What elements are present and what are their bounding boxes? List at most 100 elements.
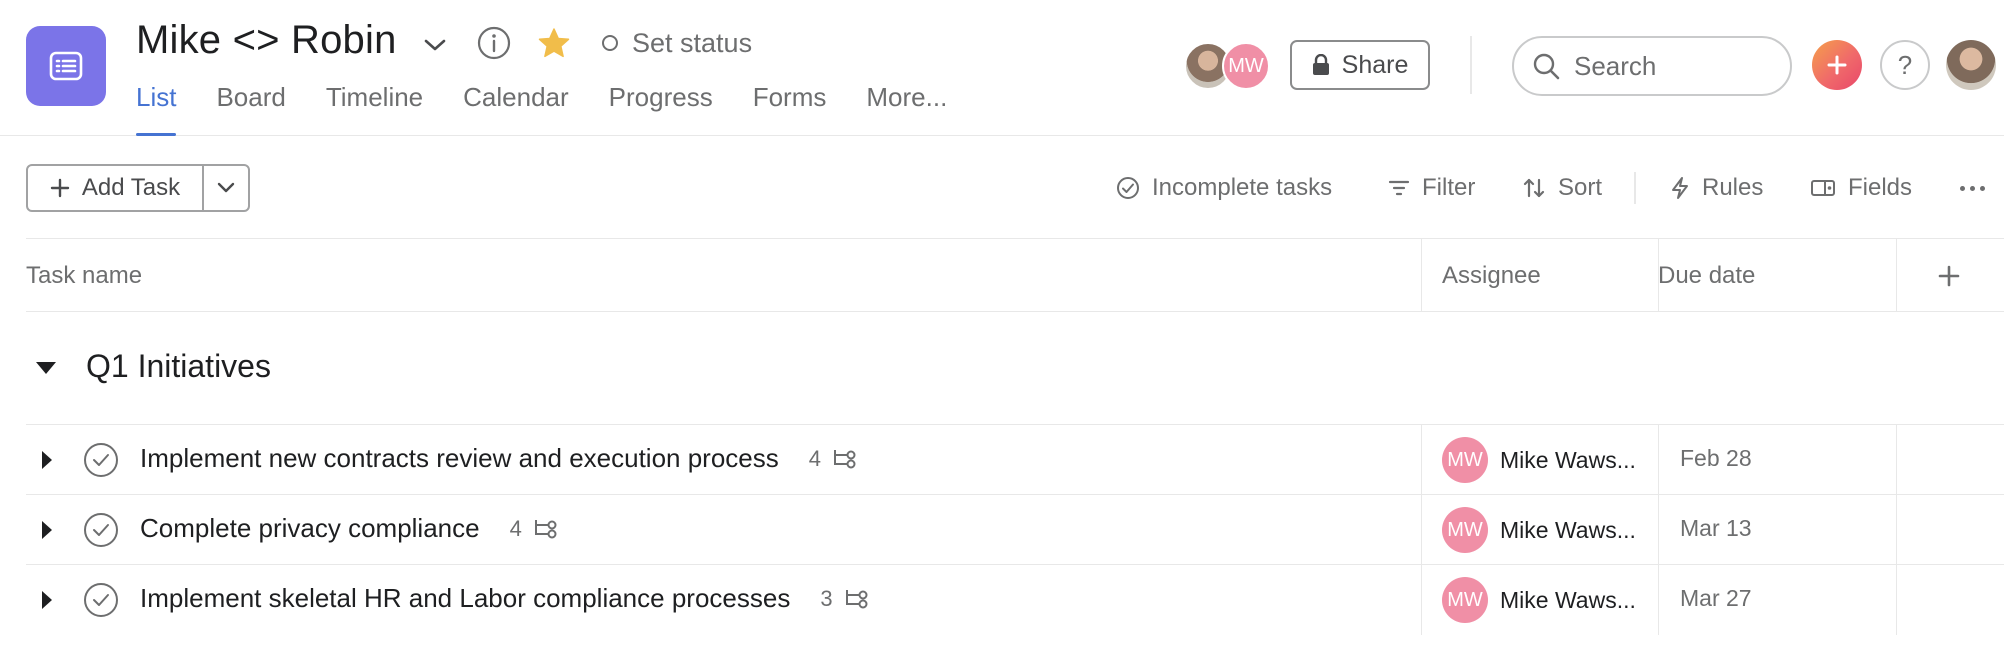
- set-status-label: Set status: [632, 27, 753, 58]
- more-options-button[interactable]: [1950, 164, 1994, 212]
- project-title[interactable]: Mike <> Robin: [136, 18, 397, 63]
- help-button[interactable]: ?: [1880, 40, 1930, 90]
- help-icon: ?: [1897, 49, 1913, 80]
- project-menu-chevron[interactable]: [420, 30, 450, 60]
- favorite-button[interactable]: [536, 25, 572, 61]
- search-bar[interactable]: [1512, 36, 1792, 96]
- incomplete-tasks-button[interactable]: Incomplete tasks: [1116, 164, 1332, 212]
- task-name[interactable]: Implement skeletal HR and Labor complian…: [140, 583, 869, 614]
- subtask-count-text: 4: [808, 445, 822, 471]
- rules-label: Rules: [1702, 174, 1764, 201]
- column-divider: [1421, 424, 1422, 635]
- task-name-text: Implement skeletal HR and Labor complian…: [140, 583, 791, 613]
- task-name[interactable]: Implement new contracts review and execu…: [140, 443, 857, 474]
- add-task-dropdown-button[interactable]: [204, 166, 248, 210]
- search-icon: [1533, 53, 1560, 80]
- task-complete-checkbox[interactable]: [84, 443, 118, 477]
- subtask-icon: [834, 449, 856, 468]
- caret-right-icon: [42, 451, 52, 469]
- section-q1-initiatives: Q1 Initiatives: [26, 312, 2004, 424]
- expand-subtasks-toggle[interactable]: [32, 445, 62, 475]
- task-row[interactable]: Implement new contracts review and execu…: [26, 424, 2004, 494]
- star-icon: [538, 28, 570, 58]
- task-row[interactable]: Complete privacy compliance 4 MW Mike Wa…: [26, 494, 2004, 564]
- fields-icon: [1811, 180, 1835, 196]
- due-date[interactable]: Feb 28: [1680, 445, 1752, 472]
- task-complete-checkbox[interactable]: [84, 583, 118, 617]
- tab-forms[interactable]: Forms: [753, 78, 827, 136]
- column-divider: [1658, 238, 1659, 312]
- tab-board[interactable]: Board: [216, 78, 285, 136]
- member-avatar-mw[interactable]: MW: [1222, 42, 1270, 90]
- fields-button[interactable]: Fields: [1810, 164, 1912, 212]
- column-divider: [1421, 238, 1422, 312]
- subtask-count[interactable]: 4: [510, 516, 558, 542]
- task-complete-checkbox[interactable]: [84, 513, 118, 547]
- assignee-cell[interactable]: MW Mike Waws...: [1442, 507, 1636, 553]
- column-header-due-date[interactable]: Due date: [1658, 239, 1755, 312]
- tab-list[interactable]: List: [136, 78, 177, 136]
- more-icon-dot: [1969, 185, 1975, 191]
- quick-add-button[interactable]: [1812, 40, 1862, 90]
- tab-timeline[interactable]: Timeline: [326, 78, 423, 136]
- status-circle-icon: [602, 35, 618, 51]
- plus-icon: [1827, 55, 1847, 75]
- due-date[interactable]: Mar 13: [1680, 515, 1752, 542]
- add-task-label: Add Task: [81, 174, 181, 201]
- chevron-down-icon: [217, 182, 235, 193]
- assignee-avatar: MW: [1442, 577, 1488, 623]
- expand-subtasks-toggle[interactable]: [32, 585, 62, 615]
- check-circle-icon: [1117, 177, 1139, 199]
- assignee-name: Mike Waws...: [1500, 516, 1636, 543]
- set-status-button[interactable]: Set status: [602, 24, 752, 62]
- caret-right-icon: [42, 521, 52, 539]
- add-task-button[interactable]: Add Task: [28, 166, 204, 210]
- sort-button[interactable]: Sort: [1522, 164, 1602, 212]
- filter-label: Filter: [1422, 174, 1476, 201]
- list-icon: [49, 51, 83, 81]
- subtask-count[interactable]: 4: [809, 446, 857, 472]
- task-name[interactable]: Complete privacy compliance 4: [140, 513, 558, 544]
- project-details-button[interactable]: [476, 25, 512, 61]
- section-collapse-toggle[interactable]: [30, 352, 62, 384]
- user-avatar[interactable]: [1946, 40, 1996, 90]
- project-list-icon[interactable]: [26, 26, 106, 106]
- tab-more[interactable]: More...: [866, 78, 947, 136]
- project-header: Mike <> Robin Set status List Board Time…: [0, 0, 2004, 136]
- column-header-assignee[interactable]: Assignee: [1442, 239, 1541, 312]
- rules-button[interactable]: Rules: [1670, 164, 1763, 212]
- filter-icon: [1388, 180, 1410, 196]
- sort-icon: [1523, 178, 1545, 198]
- fields-label: Fields: [1848, 174, 1913, 201]
- search-input[interactable]: [1574, 50, 1774, 82]
- subtask-count-text: 4: [509, 515, 522, 541]
- assignee-cell[interactable]: MW Mike Waws...: [1442, 437, 1636, 483]
- section-title[interactable]: Q1 Initiatives: [86, 348, 271, 385]
- subtask-count-text: 3: [820, 585, 833, 611]
- task-row[interactable]: Implement skeletal HR and Labor complian…: [26, 564, 2004, 634]
- check-icon: [93, 454, 109, 466]
- subtask-icon: [845, 589, 868, 608]
- info-icon: [477, 26, 511, 60]
- column-divider: [1896, 238, 1897, 312]
- more-icon-dot: [1979, 185, 1985, 191]
- column-divider: [1896, 424, 1897, 635]
- share-button[interactable]: Share: [1290, 40, 1430, 90]
- header-divider: [1470, 36, 1472, 94]
- column-header-task-name[interactable]: Task name: [26, 239, 142, 312]
- column-header-row: Task name Assignee Due date: [26, 238, 2004, 312]
- add-column-button[interactable]: [1938, 239, 1960, 312]
- sort-label: Sort: [1558, 174, 1603, 201]
- assignee-cell[interactable]: MW Mike Waws...: [1442, 577, 1636, 623]
- subtask-count[interactable]: 3: [820, 586, 868, 612]
- chevron-down-icon: [424, 39, 446, 51]
- expand-subtasks-toggle[interactable]: [32, 515, 62, 545]
- caret-right-icon: [42, 591, 52, 609]
- due-date[interactable]: Mar 27: [1680, 585, 1752, 612]
- tab-calendar[interactable]: Calendar: [463, 78, 569, 136]
- subtask-icon: [534, 519, 557, 538]
- tab-progress[interactable]: Progress: [609, 78, 713, 136]
- filter-button[interactable]: Filter: [1388, 164, 1475, 212]
- lock-icon: [1312, 54, 1329, 75]
- assignee-name: Mike Waws...: [1500, 586, 1636, 613]
